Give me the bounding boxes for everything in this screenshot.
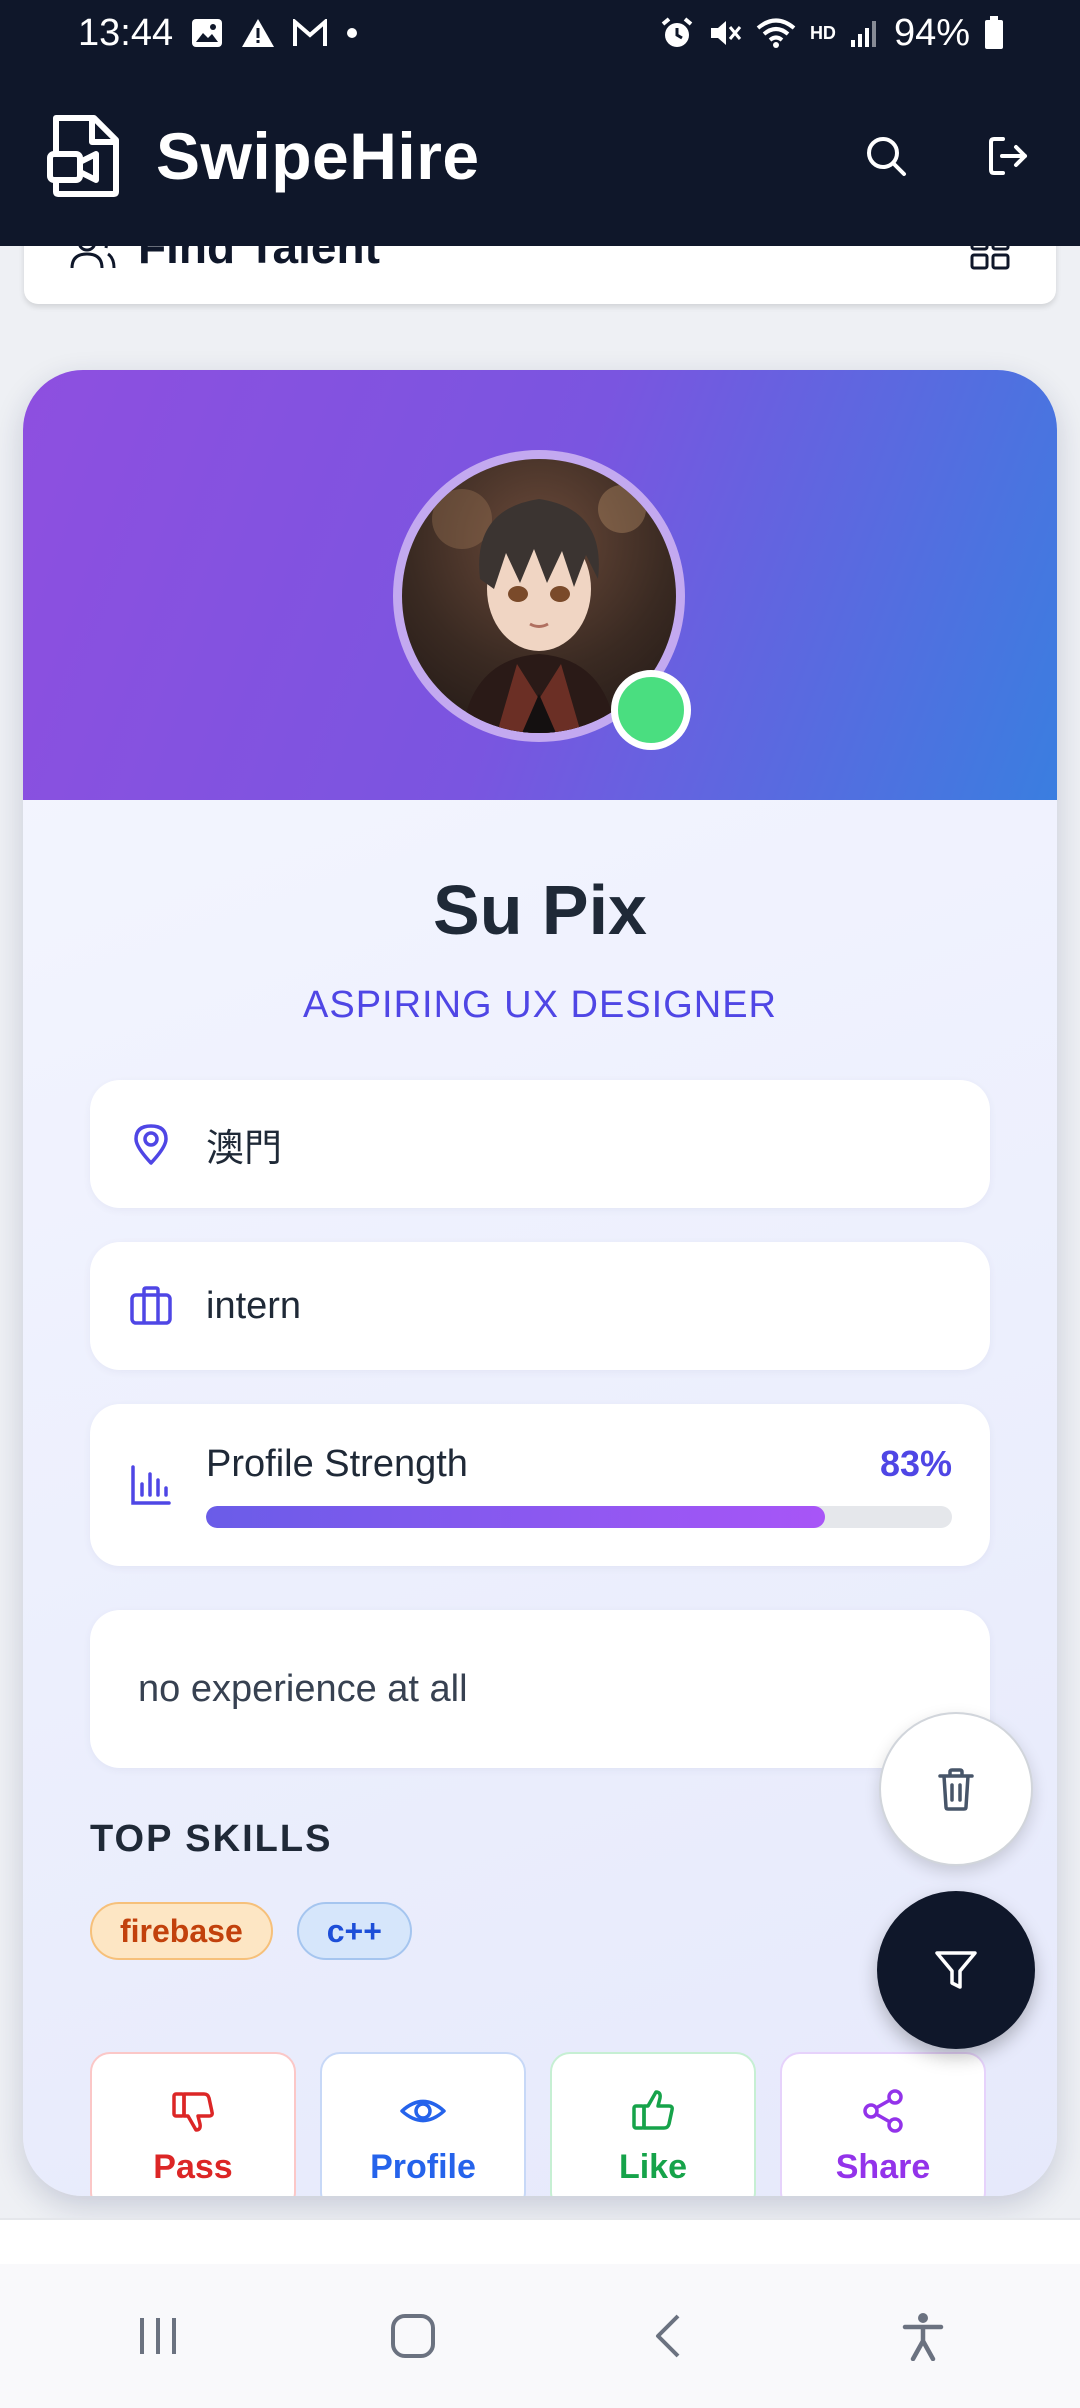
status-left: 13:44 bbox=[78, 12, 359, 55]
skill-chip: c++ bbox=[296, 1902, 412, 1960]
alert-icon bbox=[241, 18, 275, 48]
battery-percent: 94% bbox=[893, 11, 970, 54]
map-pin-icon bbox=[128, 1121, 174, 1167]
like-button[interactable]: Like bbox=[550, 2052, 756, 2196]
page-bottom-strip bbox=[0, 2218, 1080, 2264]
eye-icon bbox=[400, 2099, 446, 2123]
home-icon bbox=[390, 2314, 435, 2358]
card-actions: Pass Profile Like Share bbox=[90, 2052, 986, 2196]
thumbs-up-icon bbox=[632, 2090, 674, 2130]
bar-chart-icon bbox=[128, 1462, 174, 1508]
wifi-icon bbox=[756, 17, 796, 49]
status-bar: 13:44 HD 94% bbox=[0, 0, 1080, 66]
skill-chip: firebase bbox=[90, 1902, 273, 1960]
profile-strength-row: Profile Strength 83% bbox=[90, 1404, 990, 1566]
signal-icon bbox=[850, 18, 880, 48]
recent-apps-button[interactable] bbox=[113, 2291, 203, 2381]
pass-label: Pass bbox=[153, 2148, 233, 2186]
strength-progress-fill bbox=[206, 1505, 826, 1528]
trash-icon bbox=[938, 1768, 974, 1811]
location-text: 澳門 bbox=[206, 1127, 283, 1170]
strength-label: Profile Strength bbox=[206, 1442, 468, 1485]
status-time: 13:44 bbox=[78, 11, 174, 54]
strength-body: Profile Strength 83% bbox=[206, 1443, 952, 1528]
status-right: HD 94% bbox=[660, 12, 1004, 55]
share-icon bbox=[863, 2089, 903, 2133]
share-label: Share bbox=[835, 2148, 931, 2186]
skills-heading: TOP SKILLS bbox=[90, 1818, 333, 1860]
share-button[interactable]: Share bbox=[780, 2052, 986, 2196]
filter-fab[interactable] bbox=[877, 1891, 1035, 2049]
dot-icon bbox=[345, 26, 359, 40]
like-label: Like bbox=[618, 2148, 688, 2186]
job-type-row: intern bbox=[90, 1242, 990, 1370]
online-status-dot bbox=[611, 670, 691, 750]
logout-button[interactable] bbox=[982, 130, 1034, 182]
home-button[interactable] bbox=[368, 2291, 458, 2381]
header-actions bbox=[860, 130, 1034, 182]
view-profile-button[interactable]: Profile bbox=[320, 2052, 526, 2196]
network-badge: HD bbox=[809, 22, 836, 43]
back-icon bbox=[655, 2314, 679, 2358]
thumbs-down-icon bbox=[172, 2092, 214, 2132]
battery-icon bbox=[984, 16, 1004, 50]
profile-label: Profile bbox=[370, 2148, 476, 2186]
mute-icon bbox=[708, 17, 742, 49]
strength-head: Profile Strength 83% bbox=[206, 1443, 952, 1486]
filter-icon bbox=[935, 1951, 977, 1989]
app-title: SwipeHire bbox=[156, 119, 480, 193]
strength-value: 83% bbox=[879, 1443, 952, 1484]
candidate-name: Su Pix bbox=[433, 871, 647, 949]
strength-progress-track bbox=[206, 1505, 952, 1528]
search-button[interactable] bbox=[860, 130, 912, 182]
back-button[interactable] bbox=[623, 2291, 713, 2381]
logo-icon bbox=[46, 114, 126, 198]
gmail-icon bbox=[293, 19, 328, 47]
accessibility-button[interactable] bbox=[878, 2291, 968, 2381]
delete-fab[interactable] bbox=[879, 1712, 1033, 1866]
recent-apps-icon bbox=[139, 2318, 176, 2354]
system-nav-bar bbox=[0, 2264, 1080, 2408]
briefcase-icon bbox=[128, 1283, 174, 1329]
accessibility-icon bbox=[902, 2313, 943, 2361]
bio-row: no experience at all bbox=[90, 1610, 990, 1768]
search-icon bbox=[867, 137, 906, 176]
alarm-icon bbox=[660, 17, 694, 49]
candidate-role: ASPIRING UX DESIGNER bbox=[303, 984, 777, 1026]
app-header: SwipeHire bbox=[0, 66, 1080, 246]
location-row: 澳門 bbox=[90, 1080, 990, 1208]
logout-icon bbox=[989, 137, 1027, 175]
pass-button[interactable]: Pass bbox=[90, 2052, 296, 2196]
screen: 13:44 HD 94% SwipeHire Find Talent Su Pi… bbox=[0, 0, 1080, 2408]
bio-text: no experience at all bbox=[138, 1667, 468, 1710]
image-icon bbox=[191, 18, 223, 48]
skills-list: firebase c++ bbox=[90, 1902, 412, 1960]
job-type-text: intern bbox=[206, 1284, 302, 1327]
